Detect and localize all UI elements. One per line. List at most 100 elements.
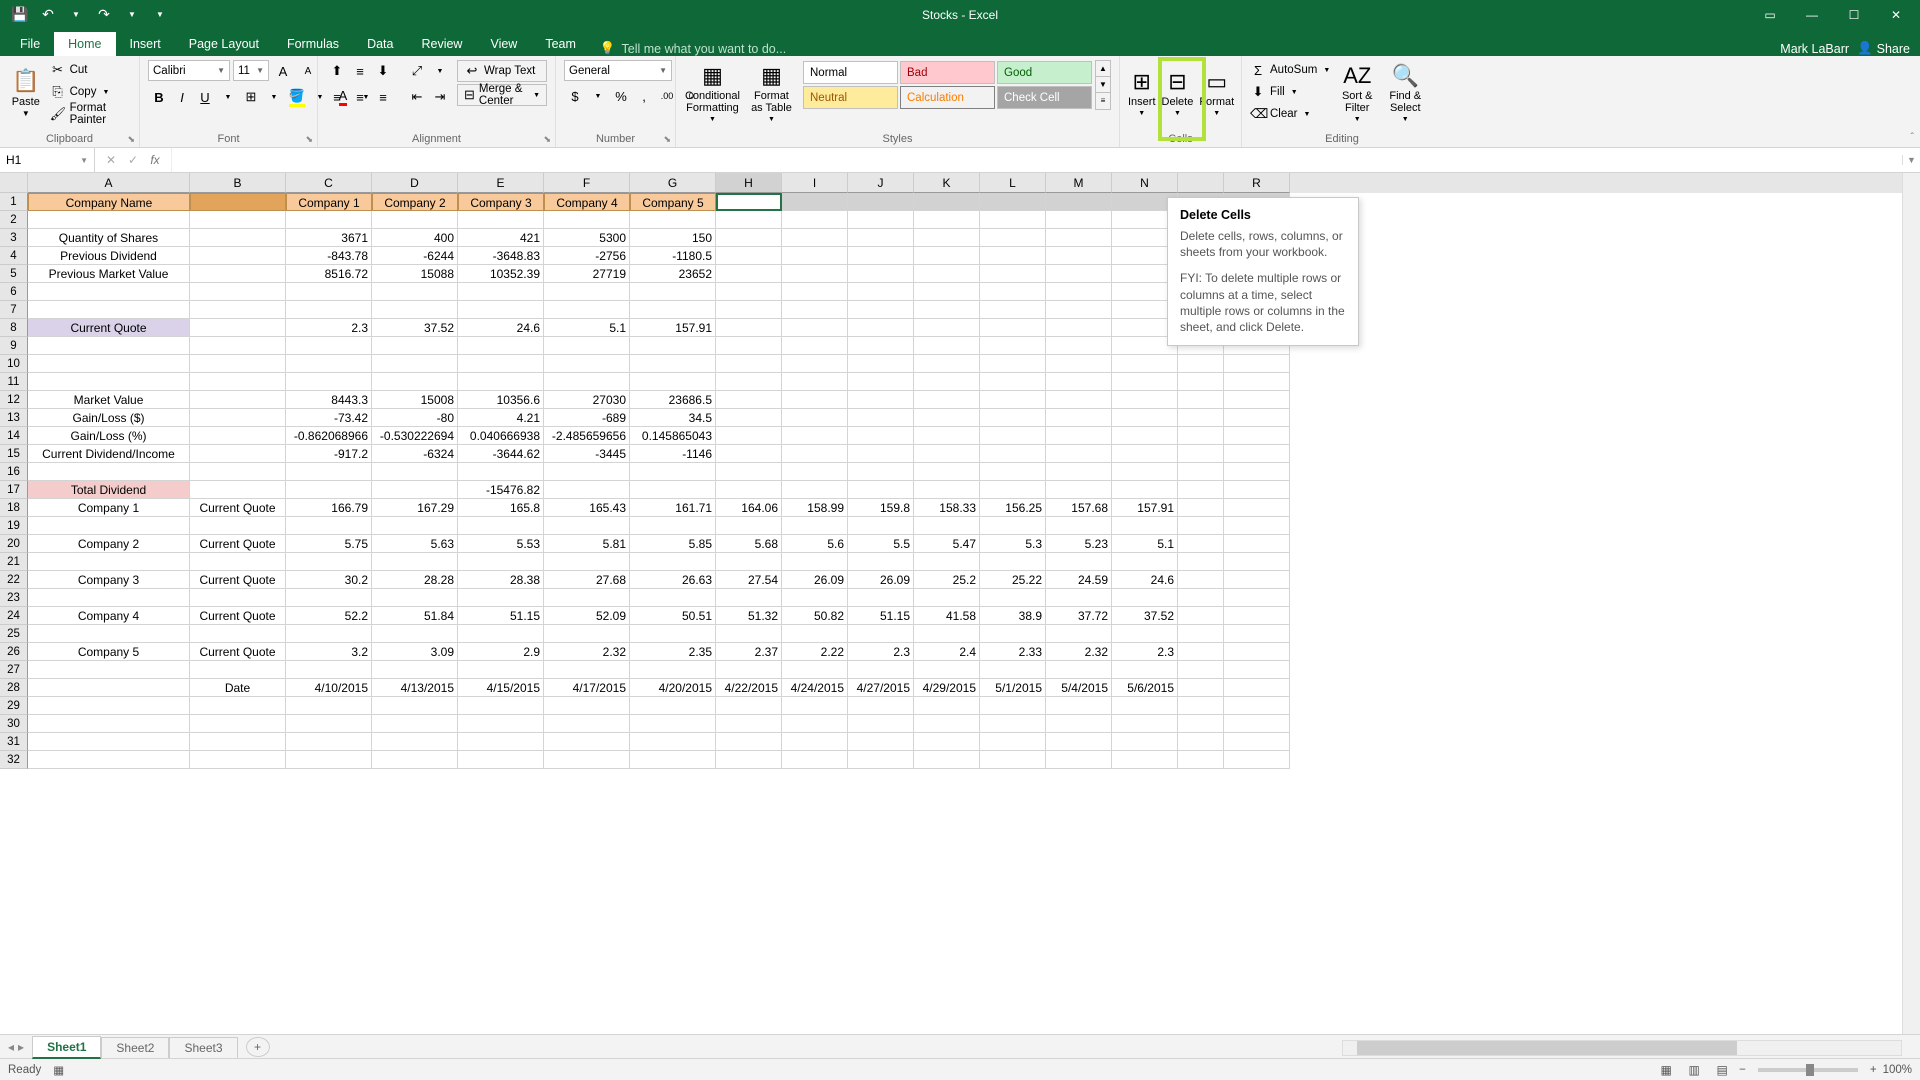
sheet-nav-first-icon[interactable]: ◂ [8,1040,14,1054]
percent-icon[interactable]: % [610,85,632,107]
comma-icon[interactable]: , [633,85,655,107]
delete-cells-button[interactable]: ⊟Delete▼ [1162,60,1194,128]
font-size-select[interactable]: 11▼ [233,60,269,81]
redo-dropdown-icon[interactable]: ▼ [120,3,144,27]
italic-button[interactable]: I [171,86,193,108]
currency-icon[interactable]: $ [564,85,586,107]
minimize-icon[interactable]: — [1792,3,1832,27]
sort-filter-button[interactable]: A͏ZSort & Filter▼ [1336,60,1378,128]
align-center-icon[interactable]: ≡ [349,86,371,108]
column-headers[interactable]: ABCDEFGHIJKLMNR [28,173,1902,193]
collapse-ribbon-icon[interactable]: ˆ [1911,132,1914,143]
tell-me-search[interactable]: 💡 Tell me what you want to do... [590,41,796,56]
tab-view[interactable]: View [476,32,531,56]
zoom-slider[interactable] [1758,1068,1858,1072]
style-check-cell[interactable]: Check Cell [997,86,1092,109]
border-dropdown[interactable]: ▼ [263,86,285,108]
share-button[interactable]: 👤 Share [1857,41,1910,56]
window-title: Stocks - Excel [922,8,998,22]
fill-button[interactable]: ⬇Fill▼ [1250,82,1330,102]
wrap-text-button[interactable]: ↩Wrap Text [457,60,547,82]
merge-center-button[interactable]: ⊟Merge & Center▼ [457,84,547,106]
sheet-tab-2[interactable]: Sheet2 [101,1037,169,1058]
tab-insert[interactable]: Insert [116,32,175,56]
enter-formula-icon[interactable]: ✓ [123,153,143,167]
increase-decimal-icon[interactable]: .00 [656,85,678,107]
add-sheet-button[interactable]: + [246,1037,270,1057]
zoom-in-icon[interactable]: + [1870,1064,1877,1076]
macro-record-icon[interactable]: ▦ [53,1063,64,1077]
orientation-icon[interactable]: ⤢ [406,60,428,82]
tab-team[interactable]: Team [531,32,590,56]
tab-data[interactable]: Data [353,32,407,56]
fx-icon[interactable]: fx [145,153,165,167]
number-format-select[interactable]: General▼ [564,60,672,81]
table-icon: ▦ [761,64,782,88]
select-all-button[interactable] [0,173,28,193]
style-bad[interactable]: Bad [900,61,995,84]
decrease-indent-icon[interactable]: ⇤ [406,86,428,108]
undo-icon[interactable]: ↶ [36,3,60,27]
format-cells-button[interactable]: ▭Format▼ [1199,60,1234,128]
style-normal[interactable]: Normal [803,61,898,84]
font-name-select[interactable]: Calibri▼ [148,60,230,81]
format-painter-button[interactable]: 🖌Format Painter [50,104,131,124]
autosum-button[interactable]: ΣAutoSum▼ [1250,60,1330,80]
align-right-icon[interactable]: ≡ [372,86,394,108]
style-gallery-scroll[interactable]: ▲▼≡ [1095,60,1111,110]
redo-icon[interactable]: ↷ [92,3,116,27]
grow-font-icon[interactable]: A [272,60,294,82]
clear-button[interactable]: ⌫Clear▼ [1250,104,1330,124]
copy-button[interactable]: ⎘Copy▼ [50,82,131,102]
name-box[interactable]: H1▼ [0,148,95,172]
tab-page-layout[interactable]: Page Layout [175,32,273,56]
cells-area[interactable]: Company NameCompany 1Company 2Company 3C… [28,193,1902,1034]
format-as-table-button[interactable]: ▦Format as Table▼ [747,60,796,128]
save-icon[interactable]: 💾 [8,3,32,27]
underline-button[interactable]: U [194,86,216,108]
shrink-font-icon[interactable]: A [297,60,319,82]
style-good[interactable]: Good [997,61,1092,84]
style-neutral[interactable]: Neutral [803,86,898,109]
tab-home[interactable]: Home [54,32,115,56]
page-break-view-icon[interactable]: ▤ [1711,1061,1733,1079]
qat-customize-icon[interactable]: ▼ [148,3,172,27]
horizontal-scrollbar[interactable] [1342,1040,1902,1056]
zoom-level[interactable]: 100% [1883,1064,1912,1076]
increase-indent-icon[interactable]: ⇥ [429,86,451,108]
align-middle-icon[interactable]: ≡ [349,60,371,82]
user-name[interactable]: Mark LaBarr [1780,42,1849,56]
conditional-formatting-button[interactable]: ▦Conditional Formatting▼ [684,60,741,128]
cancel-formula-icon[interactable]: ✕ [101,153,121,167]
style-calculation[interactable]: Calculation [900,86,995,109]
sheet-nav-last-icon[interactable]: ▸ [18,1040,24,1054]
tab-formulas[interactable]: Formulas [273,32,353,56]
row-headers[interactable]: 1234567891011121314151617181920212223242… [0,193,28,1034]
border-button[interactable]: ⊞ [240,86,262,108]
close-icon[interactable]: ✕ [1876,3,1916,27]
find-select-button[interactable]: 🔍Find & Select▼ [1384,60,1426,128]
align-top-icon[interactable]: ⬆ [326,60,348,82]
underline-dropdown[interactable]: ▼ [217,86,239,108]
bold-button[interactable]: B [148,86,170,108]
zoom-out-icon[interactable]: − [1739,1064,1746,1076]
cut-button[interactable]: ✂Cut [50,60,131,80]
maximize-icon[interactable]: ☐ [1834,3,1874,27]
page-layout-view-icon[interactable]: ▥ [1683,1061,1705,1079]
formula-input[interactable] [171,148,1902,172]
expand-formula-bar[interactable]: ▼ [1902,155,1920,165]
tab-file[interactable]: File [6,32,54,56]
fill-color-button[interactable]: 🪣 [286,86,308,108]
ribbon-tabs: File Home Insert Page Layout Formulas Da… [0,29,1920,56]
paste-button[interactable]: 📋 Paste ▼ [8,60,44,128]
align-left-icon[interactable]: ≡ [326,86,348,108]
tab-review[interactable]: Review [407,32,476,56]
normal-view-icon[interactable]: ▦ [1655,1061,1677,1079]
insert-cells-button[interactable]: ⊞Insert▼ [1128,60,1156,128]
ribbon-display-icon[interactable]: ▭ [1750,3,1790,27]
vertical-scrollbar[interactable] [1902,173,1920,1034]
undo-dropdown-icon[interactable]: ▼ [64,3,88,27]
sheet-tab-1[interactable]: Sheet1 [32,1036,101,1059]
sheet-tab-3[interactable]: Sheet3 [169,1037,237,1058]
align-bottom-icon[interactable]: ⬇ [372,60,394,82]
